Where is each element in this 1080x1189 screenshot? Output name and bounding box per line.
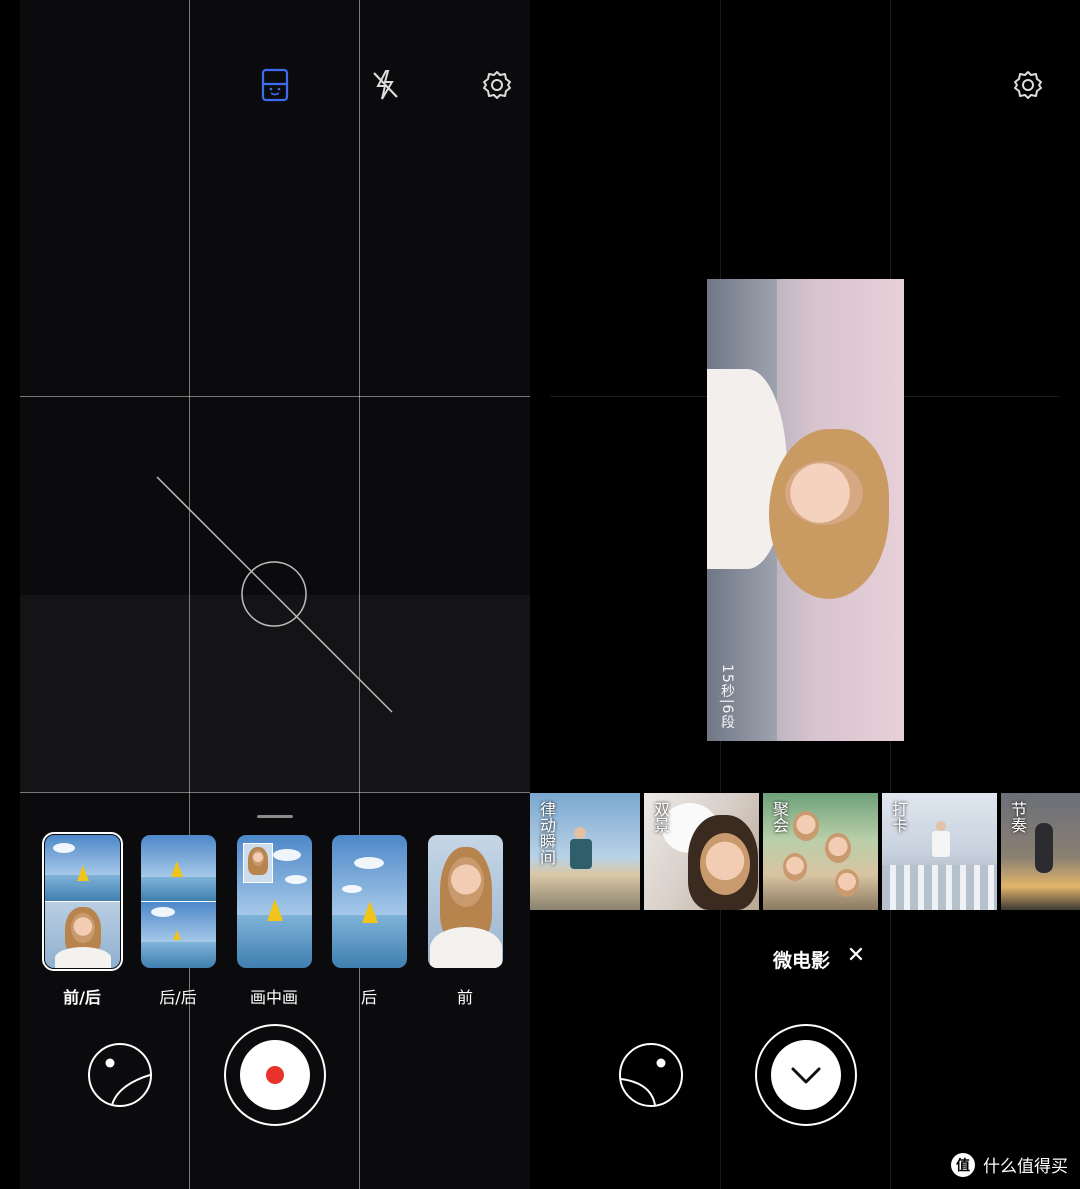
grid-line: [20, 396, 530, 397]
template-tile[interactable]: 打卡: [882, 793, 997, 910]
mode-label[interactable]: 画中画: [229, 984, 319, 1008]
mode-thumb-back-back[interactable]: [141, 835, 216, 968]
start-template-button[interactable]: [755, 1024, 857, 1126]
close-mode-button[interactable]: ✕: [844, 943, 868, 971]
watermark-logo: 值: [951, 1152, 975, 1177]
mode-thumb-front[interactable]: [428, 835, 503, 968]
template-tile[interactable]: 双景: [644, 793, 759, 910]
mode-label[interactable]: 前: [420, 984, 510, 1008]
mode-thumb-picture-in-picture[interactable]: [237, 835, 312, 968]
gallery-icon: [621, 1058, 666, 1105]
flash-button[interactable]: [365, 65, 405, 105]
template-strip[interactable]: 律动瞬间 双景 聚会 打卡 节奏: [530, 793, 1080, 910]
watermark-text: 什么值得买: [983, 1157, 1068, 1177]
settings-button[interactable]: [477, 65, 517, 105]
mode-title: 微电影: [773, 950, 831, 972]
record-button[interactable]: [224, 1024, 326, 1126]
level-indicator: [156, 476, 393, 713]
template-tile[interactable]: 节奏: [1001, 793, 1080, 910]
chevron-down-icon: [791, 1067, 821, 1084]
mode-thumb-front-back[interactable]: [42, 832, 123, 971]
gallery-icon: [105, 1058, 150, 1105]
drawer-handle[interactable]: [257, 815, 293, 818]
record-dot-icon: [266, 1066, 284, 1084]
dual-view-camera-screen: 前/后 后/后 画中画 后 前: [0, 0, 530, 1189]
mode-label[interactable]: 前/后: [37, 984, 127, 1008]
gear-icon: [1014, 71, 1042, 99]
template-tile[interactable]: 聚会: [763, 793, 878, 910]
grid-line: [20, 792, 530, 793]
template-tile[interactable]: 律动瞬间: [530, 793, 640, 910]
mode-label[interactable]: 后: [324, 984, 414, 1008]
template-duration: 15秒|6段: [719, 663, 735, 729]
portrait-mode-button[interactable]: [255, 65, 295, 105]
portrait-mode-icon: [261, 68, 289, 102]
gear-icon: [483, 71, 511, 99]
left-border: [0, 0, 20, 1189]
watermark: 值 什么值得买: [951, 1152, 1068, 1177]
mode-label[interactable]: 后/后: [133, 984, 223, 1008]
template-preview: 15秒|6段: [707, 279, 904, 741]
gallery-button[interactable]: [88, 1043, 152, 1107]
settings-button[interactable]: [1008, 65, 1048, 105]
gallery-button[interactable]: [619, 1043, 683, 1107]
mode-thumb-back[interactable]: [332, 835, 407, 968]
flash-off-icon: [373, 70, 398, 100]
micro-movie-screen: 15秒|6段 律动瞬间 双景 聚会 打卡 节奏 微电影 ✕ 值 什么值得买: [530, 0, 1080, 1189]
